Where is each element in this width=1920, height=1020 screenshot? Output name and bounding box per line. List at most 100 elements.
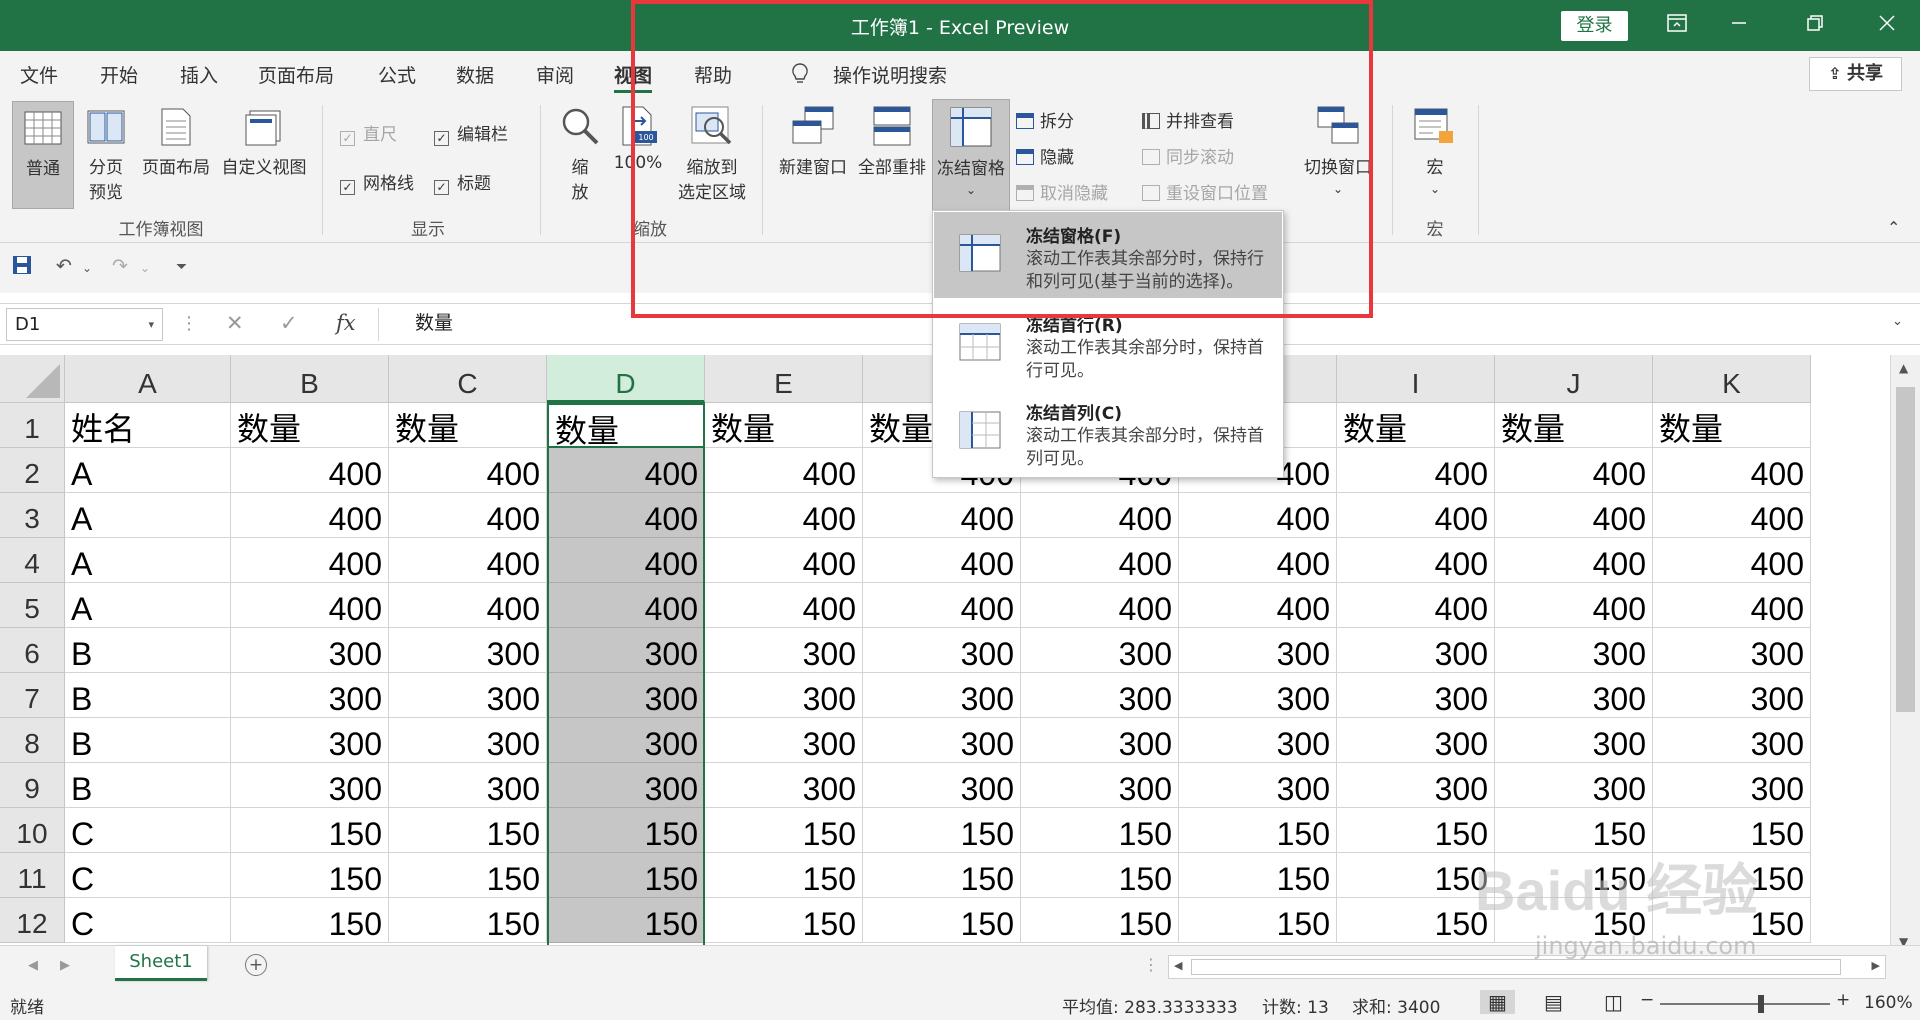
select-all-button[interactable] (0, 355, 65, 403)
cell-f3[interactable]: 400 (863, 493, 1021, 538)
row-header-1[interactable]: 1 (0, 403, 65, 448)
cell-e11[interactable]: 150 (705, 853, 863, 898)
redo-icon[interactable]: ↷ (112, 255, 128, 277)
next-sheet-icon[interactable]: ▶ (60, 958, 70, 973)
cell-b2[interactable]: 400 (231, 448, 389, 493)
cell-d11[interactable]: 150 (547, 853, 705, 898)
cell-h4[interactable]: 400 (1179, 538, 1337, 583)
cell-k4[interactable]: 400 (1653, 538, 1811, 583)
status-count[interactable]: 计数: 13 (1262, 993, 1329, 1018)
cell-a7[interactable]: B (65, 673, 231, 718)
tab-page-layout[interactable]: 页面布局 (258, 61, 334, 88)
cell-d7[interactable]: 300 (547, 673, 705, 718)
cell-b8[interactable]: 300 (231, 718, 389, 763)
column-header-b[interactable]: B (231, 355, 389, 403)
cell-d12[interactable]: 150 (547, 898, 705, 943)
cell-a3[interactable]: A (65, 493, 231, 538)
hide-button[interactable]: 隐藏 (1016, 143, 1074, 168)
cell-k8[interactable]: 300 (1653, 718, 1811, 763)
cell-h10[interactable]: 150 (1179, 808, 1337, 853)
add-sheet-icon[interactable]: + (245, 954, 267, 976)
cell-e7[interactable]: 300 (705, 673, 863, 718)
headings-checkbox[interactable]: ✓ 标题 (434, 169, 491, 195)
cell-e4[interactable]: 400 (705, 538, 863, 583)
cell-f9[interactable]: 300 (863, 763, 1021, 808)
column-header-a[interactable]: A (65, 355, 231, 403)
row-header-11[interactable]: 11 (0, 853, 65, 898)
row-header-5[interactable]: 5 (0, 583, 65, 628)
cell-b1[interactable]: 数量 (231, 403, 389, 448)
cell-a5[interactable]: A (65, 583, 231, 628)
customize-qat-icon[interactable]: ⏷ (176, 259, 187, 275)
cell-g5[interactable]: 400 (1021, 583, 1179, 628)
cell-f12[interactable]: 150 (863, 898, 1021, 943)
cell-c8[interactable]: 300 (389, 718, 547, 763)
zoom-level[interactable]: 160% (1864, 993, 1913, 1013)
cell-a9[interactable]: B (65, 763, 231, 808)
cell-b4[interactable]: 400 (231, 538, 389, 583)
tab-help[interactable]: 帮助 (694, 61, 732, 88)
cell-e9[interactable]: 300 (705, 763, 863, 808)
row-header-8[interactable]: 8 (0, 718, 65, 763)
page-break-status-icon[interactable]: ◫ (1604, 990, 1623, 1014)
cell-k6[interactable]: 300 (1653, 628, 1811, 673)
custom-views-button[interactable]: 自定义视图 (218, 107, 310, 178)
cell-g11[interactable]: 150 (1021, 853, 1179, 898)
cell-a10[interactable]: C (65, 808, 231, 853)
cell-c11[interactable]: 150 (389, 853, 547, 898)
tab-file[interactable]: 文件 (20, 61, 58, 88)
column-header-i[interactable]: I (1337, 355, 1495, 403)
new-window-button[interactable]: 新建窗口 (776, 105, 850, 178)
horizontal-scrollbar[interactable]: ◀ ▶ (1168, 955, 1886, 979)
row-header-6[interactable]: 6 (0, 628, 65, 673)
undo-dropdown-icon[interactable]: ⌄ (82, 261, 92, 275)
cell-c12[interactable]: 150 (389, 898, 547, 943)
zoom-to-selection-button[interactable]: 缩放到 选定区域 (672, 105, 752, 203)
row-header-7[interactable]: 7 (0, 673, 65, 718)
cell-f8[interactable]: 300 (863, 718, 1021, 763)
cell-k3[interactable]: 400 (1653, 493, 1811, 538)
row-header-10[interactable]: 10 (0, 808, 65, 853)
cell-i11[interactable]: 150 (1337, 853, 1495, 898)
status-average[interactable]: 平均值: 283.3333333 (1062, 993, 1238, 1018)
view-side-by-side-button[interactable]: 并排查看 (1142, 107, 1234, 132)
restore-icon[interactable] (1798, 10, 1832, 40)
cell-f4[interactable]: 400 (863, 538, 1021, 583)
cell-e8[interactable]: 300 (705, 718, 863, 763)
cell-i12[interactable]: 150 (1337, 898, 1495, 943)
cell-a6[interactable]: B (65, 628, 231, 673)
cell-a8[interactable]: B (65, 718, 231, 763)
cell-d5[interactable]: 400 (547, 583, 705, 628)
status-sum[interactable]: 求和: 3400 (1352, 993, 1440, 1018)
tab-review[interactable]: 审阅 (536, 61, 574, 88)
cell-j6[interactable]: 300 (1495, 628, 1653, 673)
cell-h8[interactable]: 300 (1179, 718, 1337, 763)
cell-d10[interactable]: 150 (547, 808, 705, 853)
cell-c7[interactable]: 300 (389, 673, 547, 718)
cell-d6[interactable]: 300 (547, 628, 705, 673)
sign-in-button[interactable]: 登录 (1561, 11, 1628, 41)
cell-j8[interactable]: 300 (1495, 718, 1653, 763)
cell-h12[interactable]: 150 (1179, 898, 1337, 943)
gridlines-checkbox[interactable]: ✓ 网格线 (340, 169, 414, 195)
cell-j2[interactable]: 400 (1495, 448, 1653, 493)
previous-sheet-icon[interactable]: ◀ (28, 958, 38, 973)
cell-j5[interactable]: 400 (1495, 583, 1653, 628)
cell-b3[interactable]: 400 (231, 493, 389, 538)
cell-i6[interactable]: 300 (1337, 628, 1495, 673)
cell-f5[interactable]: 400 (863, 583, 1021, 628)
cell-b5[interactable]: 400 (231, 583, 389, 628)
row-header-9[interactable]: 9 (0, 763, 65, 808)
cell-k2[interactable]: 400 (1653, 448, 1811, 493)
cell-g4[interactable]: 400 (1021, 538, 1179, 583)
switch-windows-button[interactable]: 切换窗口 ⌄ (1298, 105, 1378, 198)
cell-g3[interactable]: 400 (1021, 493, 1179, 538)
cell-a11[interactable]: C (65, 853, 231, 898)
column-header-k[interactable]: K (1653, 355, 1811, 403)
cell-k5[interactable]: 400 (1653, 583, 1811, 628)
cell-e1[interactable]: 数量 (705, 403, 863, 448)
synchronous-scrolling-button[interactable]: 同步滚动 (1142, 143, 1234, 168)
save-icon[interactable] (12, 255, 32, 280)
lightbulb-icon[interactable] (790, 62, 810, 91)
menu-item-freeze-panes[interactable]: 冻结窗格(F) 滚动工作表其余部分时，保持行和列可见(基于当前的选择)。 (934, 212, 1282, 298)
